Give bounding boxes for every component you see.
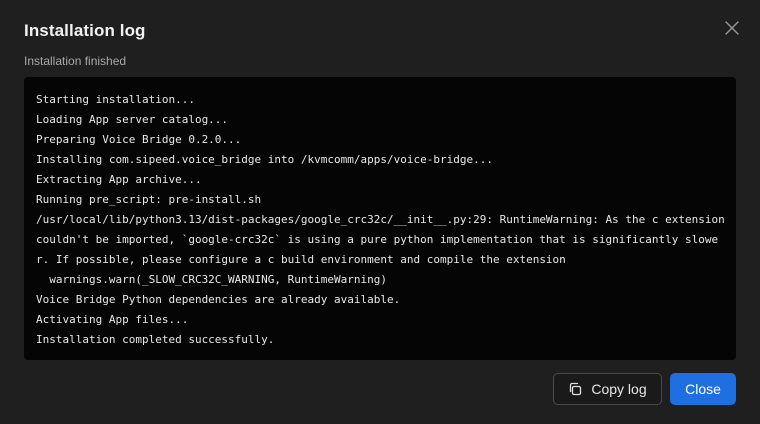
log-line: /usr/local/lib/python3.13/dist-packages/…	[36, 213, 725, 226]
log-output: Starting installation... Loading App ser…	[24, 77, 736, 360]
log-line: Voice Bridge Python dependencies are alr…	[36, 293, 401, 306]
log-line: couldn't be imported, `google-crc32c` is…	[36, 233, 719, 246]
copy-log-button[interactable]: Copy log	[553, 373, 662, 405]
dialog-title: Installation log	[24, 21, 146, 40]
log-line: Running pre_script: pre-install.sh	[36, 193, 262, 206]
log-line: Extracting App archive...	[36, 173, 202, 186]
close-icon[interactable]	[722, 18, 742, 38]
dialog-subtitle: Installation finished	[24, 54, 127, 68]
log-line: Starting installation...	[36, 93, 195, 106]
installation-log-dialog: Installation log Installation finished S…	[0, 0, 760, 424]
log-line: r. If possible, please configure a c bui…	[36, 253, 566, 266]
log-line: Loading App server catalog...	[36, 113, 229, 126]
log-line: warnings.warn(_SLOW_CRC32C_WARNING, Runt…	[36, 273, 387, 286]
log-line: Installing com.sipeed.voice_bridge into …	[36, 153, 493, 166]
log-line: Preparing Voice Bridge 0.2.0...	[36, 133, 242, 146]
copy-log-label: Copy log	[591, 381, 647, 397]
copy-icon	[568, 382, 582, 396]
log-line: Activating App files...	[36, 313, 189, 326]
log-line: Installation completed successfully.	[36, 333, 275, 346]
close-button[interactable]: Close	[670, 373, 736, 405]
